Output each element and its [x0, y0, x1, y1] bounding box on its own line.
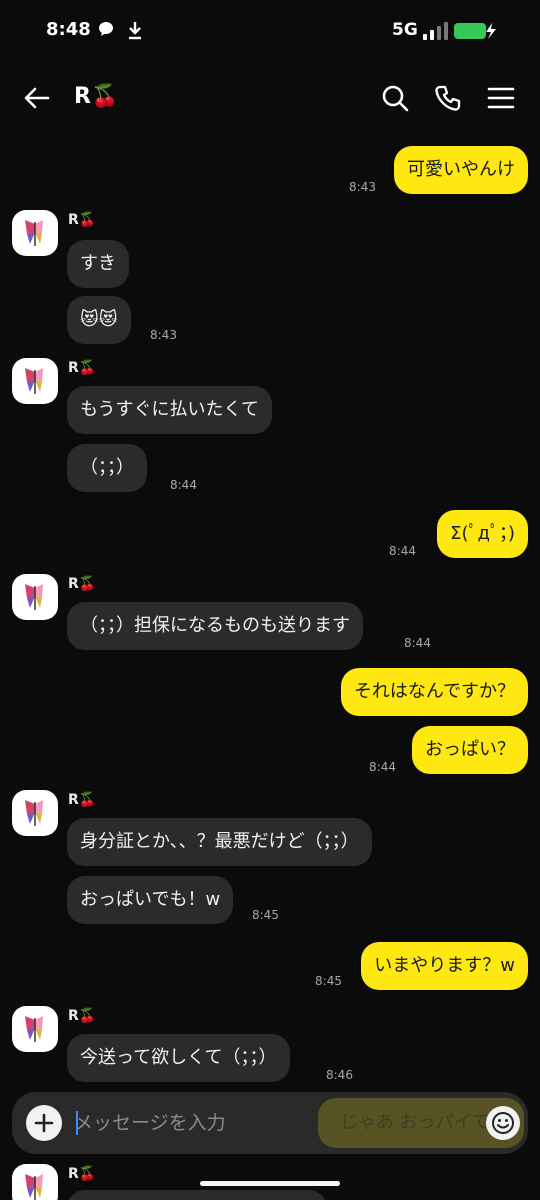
message-time: 8:44 — [170, 478, 197, 492]
search-button[interactable] — [377, 80, 413, 116]
text-cursor — [76, 1111, 78, 1135]
their-message-bubble[interactable]: 身分証とか、、？最悪だけど（；；） — [67, 818, 372, 866]
message-time: 8:44 — [404, 636, 431, 650]
their-message-bubble[interactable]: 😻😻 — [67, 296, 131, 344]
phone-icon — [435, 85, 461, 111]
butterfly-avatar-icon — [25, 584, 43, 610]
message-time: 8:44 — [369, 760, 396, 774]
battery-charging-icon — [454, 22, 496, 44]
my-message-bubble[interactable]: 可愛いやんけ — [394, 146, 528, 194]
contact-avatar[interactable] — [12, 1006, 58, 1052]
my-message-bubble[interactable]: Σ(ﾟдﾟ；) — [437, 510, 528, 558]
butterfly-avatar-icon — [25, 1174, 43, 1200]
chat-bubble-icon — [97, 20, 115, 42]
status-time: 8:48 — [46, 19, 91, 40]
their-message-bubble[interactable]: すき — [67, 240, 129, 288]
sender-name: R🍒 — [68, 1008, 97, 1024]
message-composer: じゃあ おっパイで — [12, 1092, 528, 1154]
signal-icon — [422, 22, 448, 44]
message-time: 8:45 — [252, 908, 279, 922]
sender-name: R🍒 — [68, 792, 97, 808]
smiley-icon — [492, 1112, 514, 1134]
message-time: 8:44 — [389, 544, 416, 558]
chat-header: R🍒 — [0, 62, 540, 134]
sender-name: R🍒 — [68, 212, 97, 228]
butterfly-avatar-icon — [25, 800, 43, 826]
chat-title: R🍒 — [74, 84, 119, 109]
search-icon — [382, 85, 409, 112]
message-input[interactable] — [74, 1109, 374, 1137]
call-button[interactable] — [430, 80, 466, 116]
status-bar: 8:48 5G — [0, 0, 540, 62]
message-time: 8:46 — [326, 1068, 353, 1082]
attach-plus-button[interactable] — [26, 1105, 62, 1141]
message-time: 8:43 — [150, 328, 177, 342]
butterfly-avatar-icon — [25, 1016, 43, 1042]
their-message-bubble[interactable]: （；；） — [67, 444, 147, 492]
message-time: 8:45 — [315, 974, 342, 988]
menu-button[interactable] — [483, 80, 519, 116]
their-message-bubble[interactable]: 今送って欲しくて（；；） — [67, 1034, 290, 1082]
network-type: 5G — [392, 20, 418, 40]
contact-avatar[interactable] — [12, 210, 58, 256]
hamburger-menu-icon — [487, 87, 515, 109]
butterfly-avatar-icon — [25, 220, 43, 246]
my-message-bubble[interactable]: おっぱい？ — [412, 726, 528, 774]
sender-name: R🍒 — [68, 1166, 97, 1182]
their-message-bubble[interactable] — [67, 1190, 327, 1200]
home-indicator[interactable] — [200, 1181, 340, 1186]
butterfly-avatar-icon — [25, 368, 43, 394]
their-message-bubble[interactable]: もうすぐに払いたくて — [67, 386, 272, 434]
contact-avatar[interactable] — [12, 358, 58, 404]
message-time: 8:43 — [349, 180, 376, 194]
my-message-bubble[interactable]: それはなんですか？ — [340, 668, 528, 716]
message-list[interactable]: 可愛いやんけ 8:43 R🍒 すき 😻😻 8:43 R🍒 もうすぐに払いたくて … — [0, 134, 540, 1200]
their-message-bubble[interactable]: おっぱいでも！w — [67, 876, 234, 924]
their-message-bubble[interactable]: （；；）担保になるものも送ります — [67, 602, 363, 650]
emoji-button[interactable] — [486, 1106, 520, 1140]
my-message-bubble[interactable]: いまやります？w — [361, 942, 528, 990]
back-button[interactable] — [18, 80, 54, 116]
contact-avatar[interactable] — [12, 574, 58, 620]
sender-name: R🍒 — [68, 576, 97, 592]
plus-icon — [34, 1113, 54, 1133]
contact-avatar[interactable] — [12, 790, 58, 836]
contact-avatar[interactable] — [12, 1164, 58, 1200]
download-icon — [126, 20, 144, 44]
back-arrow-icon — [24, 87, 50, 109]
sender-name: R🍒 — [68, 360, 97, 376]
